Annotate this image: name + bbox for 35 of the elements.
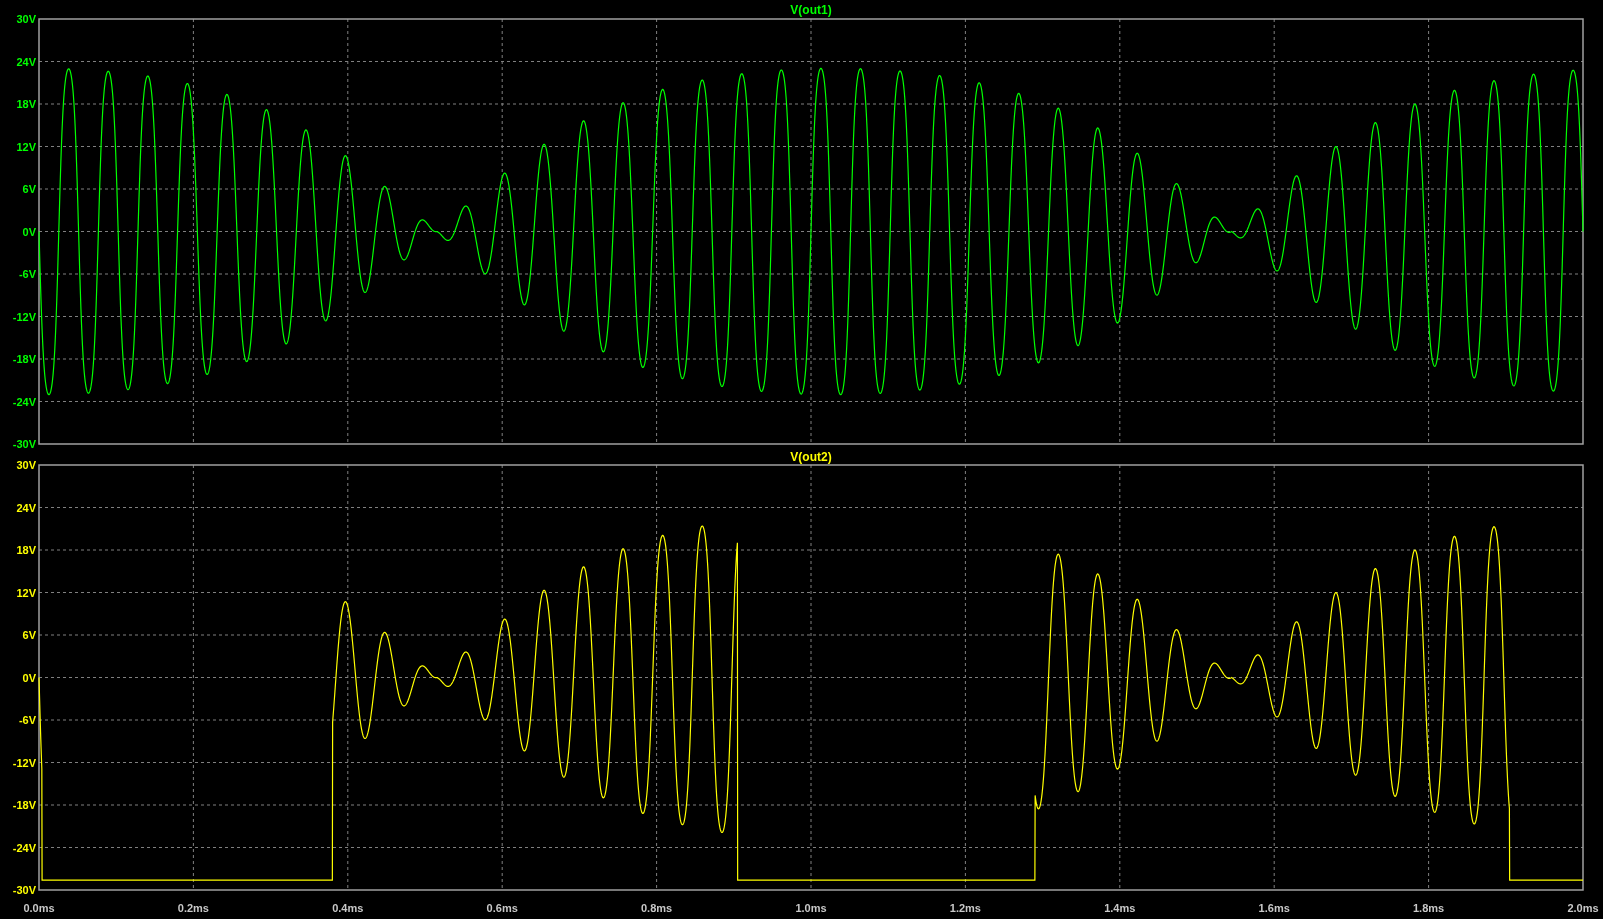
y-tick-label: 18V bbox=[16, 544, 36, 556]
x-tick-label: 1.2ms bbox=[949, 902, 981, 914]
y-tick-label: -18V bbox=[12, 799, 36, 811]
x-tick-label: 0.2ms bbox=[177, 902, 209, 914]
x-tick-label: 2.0ms bbox=[1567, 902, 1599, 914]
trace-title[interactable]: V(out1) bbox=[790, 3, 832, 17]
x-tick-label: 1.0ms bbox=[795, 902, 827, 914]
y-tick-label: 18V bbox=[16, 98, 36, 110]
y-tick-label: 6V bbox=[22, 629, 36, 641]
x-tick-label: 1.6ms bbox=[1258, 902, 1290, 914]
y-tick-label: 0V bbox=[22, 671, 36, 684]
y-tick-label: -30V bbox=[12, 884, 36, 896]
y-tick-label: -6V bbox=[18, 268, 36, 280]
x-tick-label: 1.4ms bbox=[1104, 902, 1136, 914]
x-tick-label: 1.8ms bbox=[1413, 902, 1445, 914]
y-tick-label: 6V bbox=[22, 183, 36, 195]
y-tick-label: -12V bbox=[12, 756, 36, 769]
y-tick-label: 24V bbox=[16, 501, 36, 514]
x-tick-label: 0.4ms bbox=[332, 902, 364, 914]
y-tick-label: -6V bbox=[18, 714, 36, 726]
y-tick-label: 0V bbox=[22, 225, 36, 238]
y-tick-label: -24V bbox=[12, 395, 36, 408]
y-tick-label: -18V bbox=[12, 353, 36, 365]
x-tick-label: 0.0ms bbox=[23, 902, 55, 914]
y-tick-label: -24V bbox=[12, 841, 36, 854]
x-tick-label: 0.8ms bbox=[641, 902, 673, 914]
x-tick-label: 0.6ms bbox=[486, 902, 518, 914]
y-tick-label: 12V bbox=[16, 586, 36, 599]
y-tick-label: 30V bbox=[16, 459, 36, 471]
trace-title[interactable]: V(out2) bbox=[790, 450, 832, 464]
y-tick-label: 24V bbox=[16, 55, 36, 68]
y-tick-label: -30V bbox=[12, 438, 36, 450]
y-tick-label: 12V bbox=[16, 140, 36, 153]
y-tick-label: -12V bbox=[12, 310, 36, 323]
y-tick-label: 30V bbox=[16, 13, 36, 25]
